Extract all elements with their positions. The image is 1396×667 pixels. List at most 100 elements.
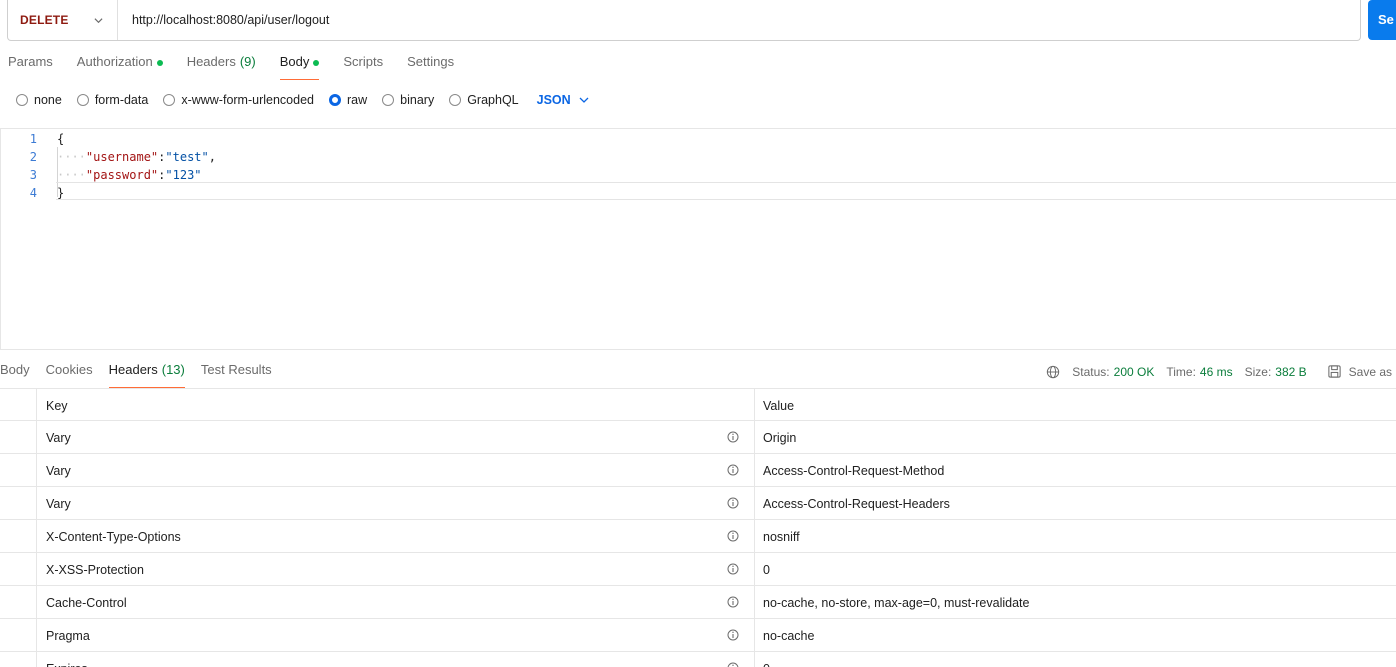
- body-type-graphql[interactable]: GraphQL: [449, 93, 519, 107]
- code-line: 1{: [0, 130, 1396, 148]
- info-icon[interactable]: [727, 431, 739, 443]
- response-tab-headers[interactable]: Headers (13): [108, 362, 186, 388]
- column-divider: [754, 586, 755, 618]
- table-row: Pragma no-cache: [0, 619, 1396, 652]
- response-tabs: Body Cookies Headers (13) Test Results: [0, 362, 288, 388]
- tab-authorization[interactable]: Authorization: [77, 54, 163, 80]
- column-divider: [36, 619, 37, 651]
- code-line: 2 ····"username":"test",: [0, 148, 1396, 166]
- column-divider: [36, 586, 37, 618]
- tab-scripts[interactable]: Scripts: [343, 54, 383, 80]
- code-text: }: [57, 186, 64, 200]
- radio-label: none: [34, 93, 62, 107]
- line-number: 1: [29, 132, 37, 146]
- column-divider: [754, 454, 755, 486]
- column-divider: [754, 389, 755, 420]
- column-divider: [36, 454, 37, 486]
- info-icon[interactable]: [727, 563, 739, 575]
- tab-label: Params: [8, 54, 53, 69]
- json-key: "password": [85, 168, 159, 182]
- response-tab-body[interactable]: Body: [0, 362, 30, 388]
- time-info: Time: 46 ms: [1166, 365, 1232, 379]
- column-divider: [754, 421, 755, 453]
- body-type-binary[interactable]: binary: [382, 93, 434, 107]
- header-key: Vary: [46, 431, 71, 445]
- table-row: Vary Access-Control-Request-Headers: [0, 487, 1396, 520]
- size-label: Size:: [1244, 364, 1272, 379]
- tab-settings[interactable]: Settings: [407, 54, 454, 80]
- column-divider: [754, 487, 755, 519]
- column-divider: [36, 421, 37, 453]
- info-icon[interactable]: [727, 629, 739, 641]
- tab-params[interactable]: Params: [8, 54, 53, 80]
- table-row: X-XSS-Protection 0: [0, 553, 1396, 586]
- body-type-raw[interactable]: raw: [329, 93, 367, 107]
- radio-button[interactable]: [382, 94, 395, 106]
- time-value: 46 ms: [1199, 364, 1233, 379]
- save-as-label: Save as: [1348, 364, 1392, 379]
- header-value: Access-Control-Request-Method: [763, 464, 945, 478]
- value-column-header: Value: [763, 399, 795, 413]
- active-indicator-dot: [156, 60, 163, 66]
- info-icon[interactable]: [727, 662, 739, 667]
- tab-label: Test Results: [200, 362, 272, 377]
- json-suffix: ,: [208, 150, 216, 164]
- tab-count: (9): [239, 54, 256, 69]
- body-type-form-data[interactable]: form-data: [76, 93, 148, 107]
- format-dropdown[interactable]: JSON: [537, 93, 589, 107]
- line-number: 3: [29, 168, 37, 182]
- radio-label: raw: [347, 93, 368, 107]
- globe-icon[interactable]: [1046, 365, 1060, 379]
- table-header-row: Key Value: [0, 388, 1396, 421]
- code-brace: {: [57, 132, 65, 146]
- tab-count: (13): [161, 362, 185, 377]
- tab-label: Authorization: [76, 54, 153, 69]
- body-type-none[interactable]: none: [16, 93, 62, 107]
- info-icon[interactable]: [727, 497, 739, 509]
- radio-button[interactable]: [16, 94, 28, 106]
- response-status-bar: Status: 200 OK Time: 46 ms Size: 382 B Save…: [1046, 364, 1392, 379]
- save-icon: [1328, 365, 1341, 378]
- header-value: Access-Control-Request-Headers: [763, 497, 950, 511]
- status-value: 200 OK: [1113, 364, 1155, 379]
- header-value: nosniff: [763, 530, 800, 544]
- header-key: X-Content-Type-Options: [46, 530, 181, 544]
- info-icon[interactable]: [727, 464, 739, 476]
- size-info: Size: 382 B: [1245, 365, 1307, 379]
- url-input[interactable]: http://localhost:8080/api/user/logout: [118, 13, 329, 27]
- column-divider: [36, 520, 37, 552]
- column-divider: [754, 520, 755, 552]
- header-key: Expires: [46, 662, 88, 667]
- header-value: 0: [763, 563, 770, 577]
- tab-body[interactable]: Body: [279, 54, 320, 80]
- radio-button[interactable]: [329, 94, 341, 106]
- code-text: ····"password":"123": [57, 168, 202, 182]
- response-tab-cookies[interactable]: Cookies: [46, 362, 93, 388]
- column-divider: [36, 389, 37, 420]
- body-type-x-www-form-urlencoded[interactable]: x-www-form-urlencoded: [163, 93, 314, 107]
- header-value: no-cache, no-store, max-age=0, must-reva…: [763, 596, 1030, 610]
- tab-label: Cookies: [45, 362, 93, 377]
- tab-headers[interactable]: Headers (9): [187, 54, 256, 80]
- table-row: Expires 0: [0, 652, 1396, 667]
- info-icon[interactable]: [727, 596, 739, 608]
- chevron-down-icon: [579, 97, 589, 103]
- method-selector[interactable]: DELETE: [8, 0, 118, 40]
- time-label: Time:: [1166, 364, 1196, 379]
- radio-button[interactable]: [449, 94, 462, 106]
- code-line: 3 ····"password":"123": [0, 166, 1396, 184]
- radio-button[interactable]: [76, 94, 89, 106]
- response-tab-test-results[interactable]: Test Results: [201, 362, 272, 388]
- json-value: "test": [165, 150, 209, 164]
- save-as-button[interactable]: Save as: [1327, 364, 1392, 379]
- radio-button[interactable]: [163, 94, 176, 106]
- tab-label: Body: [279, 54, 310, 69]
- tab-label: Body: [0, 362, 30, 377]
- header-key: Pragma: [46, 629, 90, 643]
- send-button[interactable]: Se: [1368, 0, 1396, 40]
- header-value: 0: [763, 662, 770, 667]
- method-label: DELETE: [20, 13, 69, 27]
- json-value: "123": [165, 168, 202, 182]
- radio-label: x-www-form-urlencoded: [181, 93, 314, 107]
- info-icon[interactable]: [727, 530, 739, 542]
